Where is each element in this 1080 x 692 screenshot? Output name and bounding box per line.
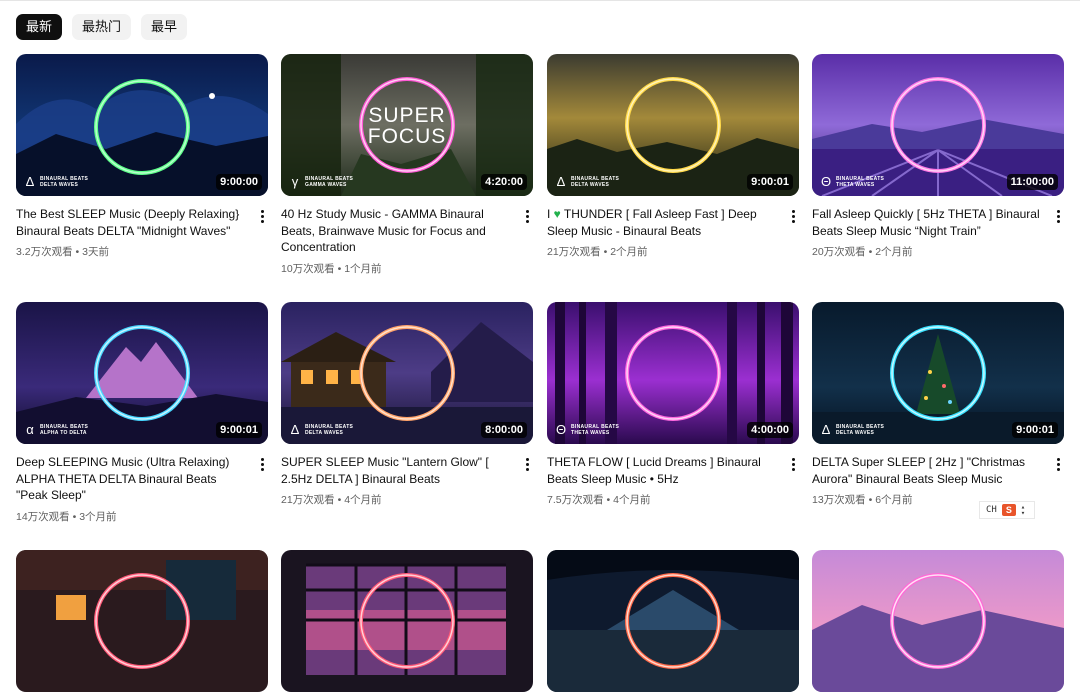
more-options-icon[interactable] xyxy=(521,456,533,472)
video-thumbnail[interactable]: Δ BINAURAL BEATS DELTA WAVES 8:00:00 xyxy=(281,302,533,444)
video-meta: 7.5万次观看 • 4个月前 xyxy=(547,494,651,506)
video-card: Δ BINAURAL BEATS DELTA WAVES 9:00:01 I ♥ … xyxy=(547,54,799,258)
video-card: Δ BINAURAL BEATS DELTA WAVES 8:00:00 SUPE… xyxy=(281,302,533,506)
channel-brand: Θ BINAURAL BEATS THETA WAVES xyxy=(555,422,620,437)
channel-brand: Δ BINAURAL BEATS DELTA WAVES xyxy=(290,422,354,437)
more-options-icon[interactable] xyxy=(256,456,268,472)
theta-icon: Θ xyxy=(820,174,832,189)
ime-logo-icon: S xyxy=(1001,504,1016,516)
chip-latest[interactable]: 最新 xyxy=(16,14,63,40)
video-title[interactable]: THETA FLOW [ Lucid Dreams ] Binaural Bea… xyxy=(547,454,775,487)
video-title[interactable]: Deep SLEEPING Music (Ultra Relaxing) ALP… xyxy=(16,454,244,504)
video-thumbnail[interactable]: Θ BINAURAL BEATS THETA WAVES 4:00:00 xyxy=(547,302,799,444)
duration-badge: 9:00:01 xyxy=(747,174,793,190)
more-options-icon[interactable] xyxy=(1052,456,1064,472)
video-meta: 14万次观看 • 3个月前 xyxy=(16,511,117,523)
more-options-icon[interactable] xyxy=(787,456,799,472)
video-thumbnail[interactable] xyxy=(812,550,1064,692)
duration-badge: 9:00:01 xyxy=(1012,422,1058,438)
video-title[interactable]: DELTA Super SLEEP [ 2Hz ] "Christmas Aur… xyxy=(812,454,1040,487)
video-meta: 3.2万次观看 • 3天前 xyxy=(16,246,109,258)
channel-brand: Δ BINAURAL BEATS DELTA WAVES xyxy=(821,422,885,437)
video-card: Δ BINAURAL BEATS DELTA WAVES 9:00:01 DELT… xyxy=(812,302,1064,506)
alpha-icon: α xyxy=(26,422,34,437)
chip-oldest[interactable]: 最早 xyxy=(141,14,188,40)
green-heart-icon: ♥ xyxy=(553,207,561,221)
channel-brand: γ BINAURAL BEATS GAMMA WAVES xyxy=(289,174,353,189)
video-thumbnail[interactable] xyxy=(16,550,268,692)
video-title[interactable]: I ♥ THUNDER [ Fall Asleep Fast ] Deep Sl… xyxy=(547,206,775,239)
more-options-icon[interactable] xyxy=(1052,208,1064,224)
top-divider xyxy=(0,0,1080,1)
gamma-icon: γ xyxy=(291,174,299,189)
theta-icon: Θ xyxy=(555,422,567,437)
video-card xyxy=(281,550,533,692)
video-meta: 13万次观看 • 6个月前 xyxy=(812,494,913,506)
channel-brand: α BINAURAL BEATS ALPHA TO DELTA xyxy=(24,422,88,437)
video-meta: 10万次观看 • 1个月前 xyxy=(281,263,382,275)
video-title[interactable]: SUPER SLEEP Music "Lantern Glow" [ 2.5Hz… xyxy=(281,454,509,487)
channel-brand: Θ BINAURAL BEATS THETA WAVES xyxy=(820,174,885,189)
duration-badge: 4:00:00 xyxy=(747,422,793,438)
video-thumbnail[interactable] xyxy=(281,550,533,692)
video-thumbnail[interactable]: Δ BINAURAL BEATS DELTA WAVES 9:00:01 xyxy=(812,302,1064,444)
duration-badge: 8:00:00 xyxy=(481,422,527,438)
video-card: Θ BINAURAL BEATS THETA WAVES 4:00:00 THET… xyxy=(547,302,799,506)
video-title[interactable]: 40 Hz Study Music - GAMMA Binaural Beats… xyxy=(281,206,509,256)
delta-icon: Δ xyxy=(821,422,831,437)
video-thumbnail[interactable]: Δ BINAURAL BEATS DELTA WAVES 9:00:00 xyxy=(16,54,268,196)
video-card: α BINAURAL BEATS ALPHA TO DELTA 9:00:01 D… xyxy=(16,302,268,523)
chevron-updown-icon: ▴ ▾ xyxy=(1020,503,1026,517)
duration-badge: 9:00:00 xyxy=(216,174,262,190)
video-thumbnail[interactable]: Θ BINAURAL BEATS THETA WAVES 11:00:00 xyxy=(812,54,1064,196)
video-title[interactable]: Fall Asleep Quickly [ 5Hz THETA ] Binaur… xyxy=(812,206,1040,239)
video-card xyxy=(812,550,1064,692)
video-title[interactable]: The Best SLEEP Music (Deeply Relaxing} B… xyxy=(16,206,244,239)
channel-brand: Δ BINAURAL BEATS DELTA WAVES xyxy=(25,174,89,189)
duration-badge: 9:00:01 xyxy=(216,422,262,438)
more-options-icon[interactable] xyxy=(256,208,268,224)
delta-icon: Δ xyxy=(556,174,566,189)
channel-brand: Δ BINAURAL BEATS DELTA WAVES xyxy=(556,174,620,189)
overlay-text: FOCUS xyxy=(367,125,447,148)
more-options-icon[interactable] xyxy=(521,208,533,224)
chip-popular[interactable]: 最热门 xyxy=(72,14,132,40)
video-meta: 21万次观看 • 2个月前 xyxy=(547,246,648,258)
video-card xyxy=(16,550,268,692)
video-meta: 21万次观看 • 4个月前 xyxy=(281,494,382,506)
video-meta: 20万次观看 • 2个月前 xyxy=(812,246,913,258)
delta-icon: Δ xyxy=(25,174,35,189)
video-thumbnail[interactable]: SUPER FOCUS γ BINAURAL BEATS GAMMA WAVES … xyxy=(281,54,533,196)
video-card: SUPER FOCUS γ BINAURAL BEATS GAMMA WAVES … xyxy=(281,54,533,275)
video-thumbnail[interactable]: α BINAURAL BEATS ALPHA TO DELTA 9:00:01 xyxy=(16,302,268,444)
ime-indicator[interactable]: CH S ▴ ▾ xyxy=(979,501,1035,519)
video-card: Δ BINAURAL BEATS DELTA WAVES 9:00:00 The … xyxy=(16,54,268,258)
more-options-icon[interactable] xyxy=(787,208,799,224)
video-thumbnail[interactable] xyxy=(547,550,799,692)
duration-badge: 11:00:00 xyxy=(1006,174,1058,190)
sort-chips: 最新 最热门 最早 xyxy=(16,14,188,40)
video-thumbnail[interactable]: Δ BINAURAL BEATS DELTA WAVES 9:00:01 xyxy=(547,54,799,196)
delta-icon: Δ xyxy=(290,422,300,437)
video-card xyxy=(547,550,799,692)
video-card: Θ BINAURAL BEATS THETA WAVES 11:00:00 Fal… xyxy=(812,54,1064,258)
duration-badge: 4:20:00 xyxy=(481,174,527,190)
